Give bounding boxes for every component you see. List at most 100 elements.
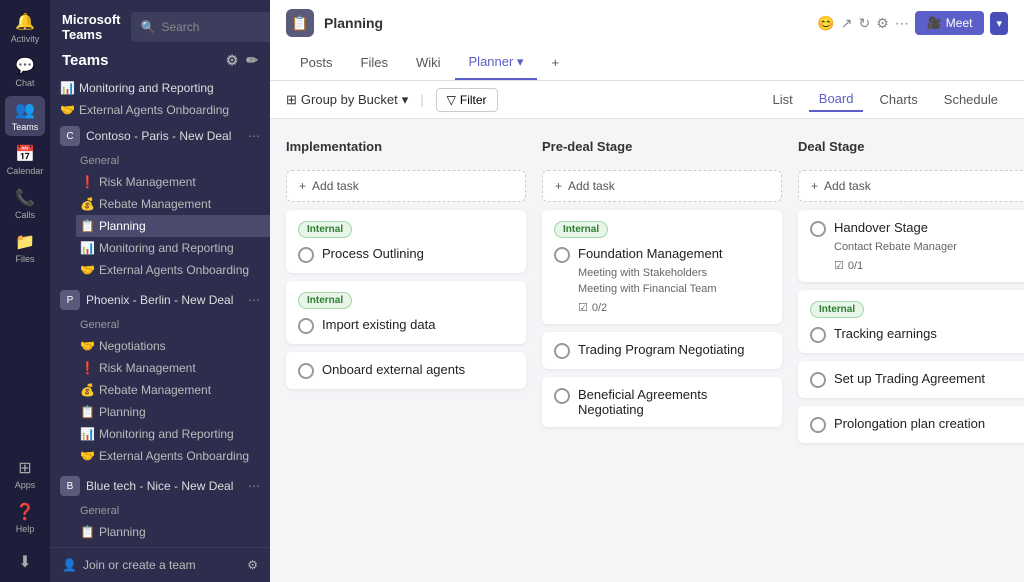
add-task-predeal[interactable]: + Add task bbox=[542, 170, 782, 202]
nav-apps[interactable]: ⊞ Apps bbox=[5, 454, 45, 494]
counter-icon: ☑ bbox=[578, 301, 588, 314]
settings-icon[interactable]: ⚙ bbox=[247, 558, 258, 572]
sidebar-item-external-agents[interactable]: 🤝 External Agents Onboarding bbox=[50, 99, 270, 121]
berlin-rebate[interactable]: 💰Rebate Management bbox=[76, 379, 270, 401]
channel-tabs: Posts Files Wiki Planner ▾ + bbox=[270, 46, 1024, 80]
group-icon: ⊞ bbox=[286, 92, 297, 108]
task-card[interactable]: Prolongation plan creation bbox=[798, 406, 1024, 443]
task-card[interactable]: Beneficial Agreements Negotiating bbox=[542, 377, 782, 427]
team-nice-header[interactable]: B Blue tech - Nice - New Deal ⋯ bbox=[50, 471, 270, 501]
group-chevron-icon: ▾ bbox=[402, 92, 409, 108]
nav-chat[interactable]: 💬 Chat bbox=[5, 52, 45, 92]
tab-add[interactable]: + bbox=[537, 47, 573, 80]
nav-download[interactable]: ⬇ bbox=[5, 542, 45, 582]
berlin-risk[interactable]: ❗Risk Management bbox=[76, 357, 270, 379]
tab-planner[interactable]: Planner ▾ bbox=[455, 46, 538, 80]
berlin-planning[interactable]: 📋Planning bbox=[76, 401, 270, 423]
tab-files[interactable]: Files bbox=[347, 47, 402, 80]
team-paris-more-icon[interactable]: ⋯ bbox=[248, 129, 260, 143]
header-settings-icon[interactable]: ⚙ bbox=[876, 15, 889, 32]
nav-activity[interactable]: 🔔 Activity bbox=[5, 8, 45, 48]
task-card[interactable]: Set up Trading Agreement bbox=[798, 361, 1024, 398]
view-schedule-button[interactable]: Schedule bbox=[934, 88, 1008, 111]
task-card[interactable]: Internal Foundation Management Meeting w… bbox=[542, 210, 782, 324]
view-list-button[interactable]: List bbox=[763, 88, 803, 111]
sidebar-add-icon[interactable]: ✏ bbox=[246, 52, 258, 69]
task-complete-circle[interactable] bbox=[298, 363, 314, 379]
column-deal-stage: Deal Stage + Add task Handover Stage Con… bbox=[798, 135, 1024, 566]
col-predeal-title: Pre-deal Stage bbox=[542, 135, 782, 162]
paris-risk[interactable]: ❗Risk Management bbox=[76, 171, 270, 193]
paris-external[interactable]: 🤝External Agents Onboarding bbox=[76, 259, 270, 281]
task-card[interactable]: Internal Tracking earnings bbox=[798, 290, 1024, 353]
task-complete-circle[interactable] bbox=[554, 343, 570, 359]
add-task-impl[interactable]: + Add task bbox=[286, 170, 526, 202]
berlin-negotiations[interactable]: 🤝Negotiations bbox=[76, 335, 270, 357]
nav-calendar[interactable]: 📅 Calendar bbox=[5, 140, 45, 180]
header-refresh-icon[interactable]: ↻ bbox=[859, 15, 871, 32]
task-complete-circle[interactable] bbox=[554, 388, 570, 404]
task-title-row: Foundation Management bbox=[554, 246, 770, 263]
task-title-row: Onboard external agents bbox=[298, 362, 514, 379]
task-badge-internal: Internal bbox=[298, 292, 352, 309]
apps-icon: ⊞ bbox=[18, 458, 31, 478]
sidebar-filter-icon[interactable]: ⚙ bbox=[226, 52, 239, 69]
task-card[interactable]: Onboard external agents bbox=[286, 352, 526, 389]
nav-calls[interactable]: 📞 Calls bbox=[5, 184, 45, 224]
task-complete-circle[interactable] bbox=[298, 318, 314, 334]
view-charts-button[interactable]: Charts bbox=[869, 88, 927, 111]
task-title-row: Process Outlining bbox=[298, 246, 514, 263]
nav-files[interactable]: 📁 Files bbox=[5, 228, 45, 268]
task-complete-circle[interactable] bbox=[810, 372, 826, 388]
task-card[interactable]: Handover Stage Contact Rebate Manager ☑ … bbox=[798, 210, 1024, 282]
task-title-row: Tracking earnings bbox=[810, 326, 1024, 343]
channel-header-top: 📋 Planning 😊 ↗ ↻ ⚙ ⋯ 🎥 Meet ▾ bbox=[270, 0, 1024, 46]
paris-planning[interactable]: 📋Planning bbox=[76, 215, 270, 237]
sidebar-panel: Microsoft Teams 🔍 ⋯ S Teams ⚙ ✏ 📊 Monito… bbox=[50, 0, 270, 582]
search-input[interactable] bbox=[161, 20, 270, 34]
task-card[interactable]: Internal Process Outlining bbox=[286, 210, 526, 273]
team-berlin-more-icon[interactable]: ⋯ bbox=[248, 293, 260, 307]
paris-monitoring[interactable]: 📊Monitoring and Reporting bbox=[76, 237, 270, 259]
team-paris-header[interactable]: C Contoso - Paris - New Deal ⋯ bbox=[50, 121, 270, 151]
team-nice-more-icon[interactable]: ⋯ bbox=[248, 479, 260, 493]
team-berlin-header[interactable]: P Phoenix - Berlin - New Deal ⋯ bbox=[50, 285, 270, 315]
task-complete-circle[interactable] bbox=[298, 247, 314, 263]
filter-button[interactable]: ▽ Filter bbox=[436, 88, 498, 112]
column-predeal: Pre-deal Stage + Add task Internal Found… bbox=[542, 135, 782, 566]
teams-label: Teams bbox=[62, 52, 108, 69]
task-badge-internal: Internal bbox=[554, 221, 608, 238]
berlin-monitoring[interactable]: 📊Monitoring and Reporting bbox=[76, 423, 270, 445]
nav-teams[interactable]: 👥 Teams bbox=[5, 96, 45, 136]
tab-wiki[interactable]: Wiki bbox=[402, 47, 455, 80]
task-complete-circle[interactable] bbox=[810, 221, 826, 237]
add-icon: + bbox=[555, 179, 562, 193]
nav-help[interactable]: ❓ Help bbox=[5, 498, 45, 538]
task-complete-circle[interactable] bbox=[810, 327, 826, 343]
task-complete-circle[interactable] bbox=[810, 417, 826, 433]
nice-planning[interactable]: 📋Planning bbox=[76, 521, 270, 543]
header-external-icon[interactable]: ↗ bbox=[841, 15, 853, 32]
meet-chevron-button[interactable]: ▾ bbox=[990, 12, 1008, 35]
task-title: Beneficial Agreements Negotiating bbox=[578, 387, 770, 417]
app-title: Microsoft Teams bbox=[62, 12, 121, 42]
col-impl-title: Implementation bbox=[286, 135, 526, 162]
task-card[interactable]: Trading Program Negotiating bbox=[542, 332, 782, 369]
group-by-button[interactable]: ⊞ Group by Bucket ▾ bbox=[286, 92, 408, 108]
add-task-deal[interactable]: + Add task bbox=[798, 170, 1024, 202]
sidebar-header: Teams ⚙ ✏ bbox=[50, 46, 270, 77]
board-toolbar: ⊞ Group by Bucket ▾ | ▽ Filter List Boar… bbox=[270, 81, 1024, 119]
paris-rebate[interactable]: 💰Rebate Management bbox=[76, 193, 270, 215]
view-board-button[interactable]: Board bbox=[809, 87, 864, 112]
sidebar-footer: 👤 Join or create a team ⚙ bbox=[50, 547, 270, 582]
task-complete-circle[interactable] bbox=[554, 247, 570, 263]
berlin-external[interactable]: 🤝External Agents Onboarding bbox=[76, 445, 270, 467]
join-label: Join or create a team bbox=[83, 558, 196, 572]
meet-button[interactable]: 🎥 Meet bbox=[915, 11, 985, 35]
header-more-icon[interactable]: ⋯ bbox=[895, 15, 909, 32]
search-box[interactable]: 🔍 bbox=[131, 12, 271, 42]
tab-posts[interactable]: Posts bbox=[286, 47, 347, 80]
join-team-button[interactable]: 👤 Join or create a team bbox=[62, 558, 196, 572]
task-card[interactable]: Internal Import existing data bbox=[286, 281, 526, 344]
sidebar-item-monitoring[interactable]: 📊 Monitoring and Reporting bbox=[50, 77, 270, 99]
